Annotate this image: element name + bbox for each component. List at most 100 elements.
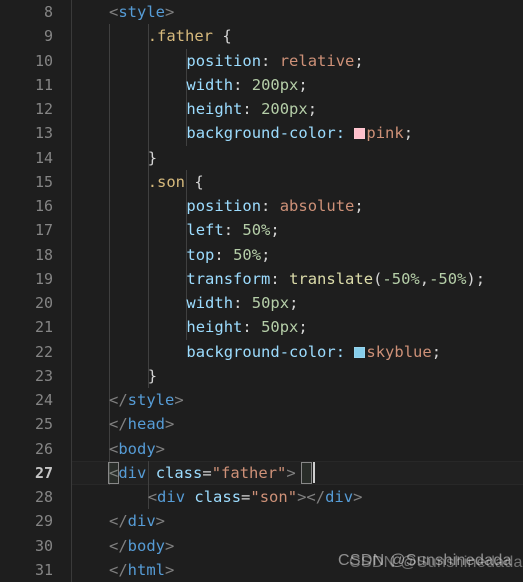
code-token: transform: [186, 269, 271, 288]
code-line[interactable]: .son {: [72, 170, 204, 194]
line-number[interactable]: 16: [3, 194, 53, 218]
line-number[interactable]: 10: [3, 49, 53, 73]
line-number[interactable]: 20: [3, 291, 53, 315]
code-line-tokens: position: relative;: [72, 51, 363, 70]
code-line[interactable]: background-color: pink;: [72, 121, 413, 145]
code-line[interactable]: </html>: [72, 558, 174, 582]
code-token: ;: [298, 318, 308, 337]
line-number-active[interactable]: 27: [3, 461, 53, 485]
code-line[interactable]: }: [72, 146, 157, 170]
line-number[interactable]: 11: [3, 73, 53, 97]
line-number[interactable]: 30: [3, 534, 53, 558]
code-token: html: [127, 560, 165, 579]
line-number[interactable]: 12: [3, 97, 53, 121]
code-token: ;: [289, 294, 299, 312]
code-token: <: [147, 488, 158, 506]
code-line-tokens: width: 50px;: [72, 294, 298, 312]
css-property: background-color:: [186, 124, 355, 143]
line-number[interactable]: 23: [3, 364, 53, 388]
code-line-active[interactable]: <div class="father">: [72, 461, 296, 485]
line-number[interactable]: 13: [3, 121, 53, 145]
code-line[interactable]: </body>: [72, 534, 174, 558]
code-token: >: [286, 463, 296, 482]
code-line-tokens: </style>: [72, 391, 184, 409]
line-number[interactable]: 9: [3, 24, 53, 48]
code-line[interactable]: width: 200px;: [72, 73, 307, 97]
line-number[interactable]: 22: [3, 340, 53, 364]
color-swatch-pink[interactable]: [354, 128, 366, 140]
code-token: div: [118, 463, 147, 482]
code-line[interactable]: <body>: [72, 437, 165, 461]
code-line[interactable]: </div>: [72, 509, 165, 533]
line-number[interactable]: 18: [3, 243, 53, 267]
code-token: (: [373, 269, 383, 288]
code-token: -50%: [382, 269, 420, 288]
code-line[interactable]: height: 200px;: [72, 97, 317, 121]
code-token: height: [186, 100, 243, 118]
code-token: }: [147, 148, 158, 167]
code-line-tokens: <div class="son"></div>: [72, 488, 363, 506]
code-line[interactable]: <div class="son"></div>: [72, 485, 363, 509]
code-token: div: [127, 512, 156, 531]
line-number[interactable]: 21: [3, 315, 53, 339]
bracket-match-open: [108, 462, 119, 484]
line-number[interactable]: 28: [3, 485, 53, 509]
code-token: :: [261, 51, 280, 70]
line-number[interactable]: 19: [3, 267, 53, 291]
code-content-area[interactable]: <style> .father { position: relative; wi…: [72, 0, 523, 582]
line-number[interactable]: 14: [3, 146, 53, 170]
code-token: >: [353, 488, 363, 506]
code-line[interactable]: width: 50px;: [72, 291, 298, 315]
code-line[interactable]: background-color: skyblue;: [72, 340, 441, 364]
code-token: >: [174, 391, 184, 409]
code-token: }: [147, 366, 158, 385]
code-line[interactable]: position: relative;: [72, 49, 363, 73]
code-line[interactable]: transform: translate(-50%,-50%);: [72, 267, 485, 291]
code-line[interactable]: <style>: [72, 0, 174, 24]
code-token: .father: [147, 27, 214, 46]
css-value: skyblue: [366, 342, 432, 361]
code-line[interactable]: </style>: [72, 388, 184, 412]
code-token: body: [127, 536, 165, 555]
code-token: </: [109, 512, 128, 531]
code-line[interactable]: </head>: [72, 412, 174, 436]
code-editor[interactable]: 8 9 10 11 12 13 14 15 16 17 18 19 20 21 …: [0, 0, 523, 582]
code-line-tokens: height: 200px;: [72, 100, 317, 118]
code-token: >: [155, 439, 166, 458]
code-token: width: [186, 294, 234, 312]
code-token: ;: [270, 221, 280, 240]
line-number[interactable]: 29: [3, 509, 53, 533]
code-line[interactable]: position: absolute;: [72, 194, 363, 218]
line-number[interactable]: 31: [3, 558, 53, 582]
line-number[interactable]: 8: [3, 0, 53, 24]
code-line-tokens: transform: translate(-50%,-50%);: [72, 270, 485, 288]
code-line-tokens: .son {: [72, 173, 204, 191]
code-line-tokens: </body>: [72, 537, 174, 555]
line-number[interactable]: 15: [3, 170, 53, 194]
code-line[interactable]: top: 50%;: [72, 243, 270, 267]
line-number[interactable]: 26: [3, 437, 53, 461]
line-number[interactable]: 24: [3, 388, 53, 412]
code-line[interactable]: height: 50px;: [72, 315, 308, 339]
line-number[interactable]: 17: [3, 218, 53, 242]
code-line[interactable]: .father {: [72, 24, 232, 48]
code-token: ;: [261, 245, 271, 264]
code-token: :: [233, 75, 252, 94]
code-line-tokens: }: [72, 367, 157, 385]
code-line-tokens: .father {: [72, 27, 232, 45]
code-token: :: [233, 294, 252, 312]
code-token: body: [118, 439, 156, 458]
code-line-tokens: <style>: [72, 3, 174, 21]
text-cursor: [313, 462, 315, 483]
code-line-tokens: height: 50px;: [72, 318, 308, 337]
code-line[interactable]: left: 50%;: [72, 218, 280, 242]
code-token: translate: [289, 269, 374, 288]
line-number[interactable]: 25: [3, 412, 53, 436]
color-swatch-skyblue[interactable]: [354, 346, 366, 358]
code-token: .son: [147, 172, 186, 191]
code-token: :: [270, 269, 290, 288]
code-line[interactable]: }: [72, 364, 157, 388]
